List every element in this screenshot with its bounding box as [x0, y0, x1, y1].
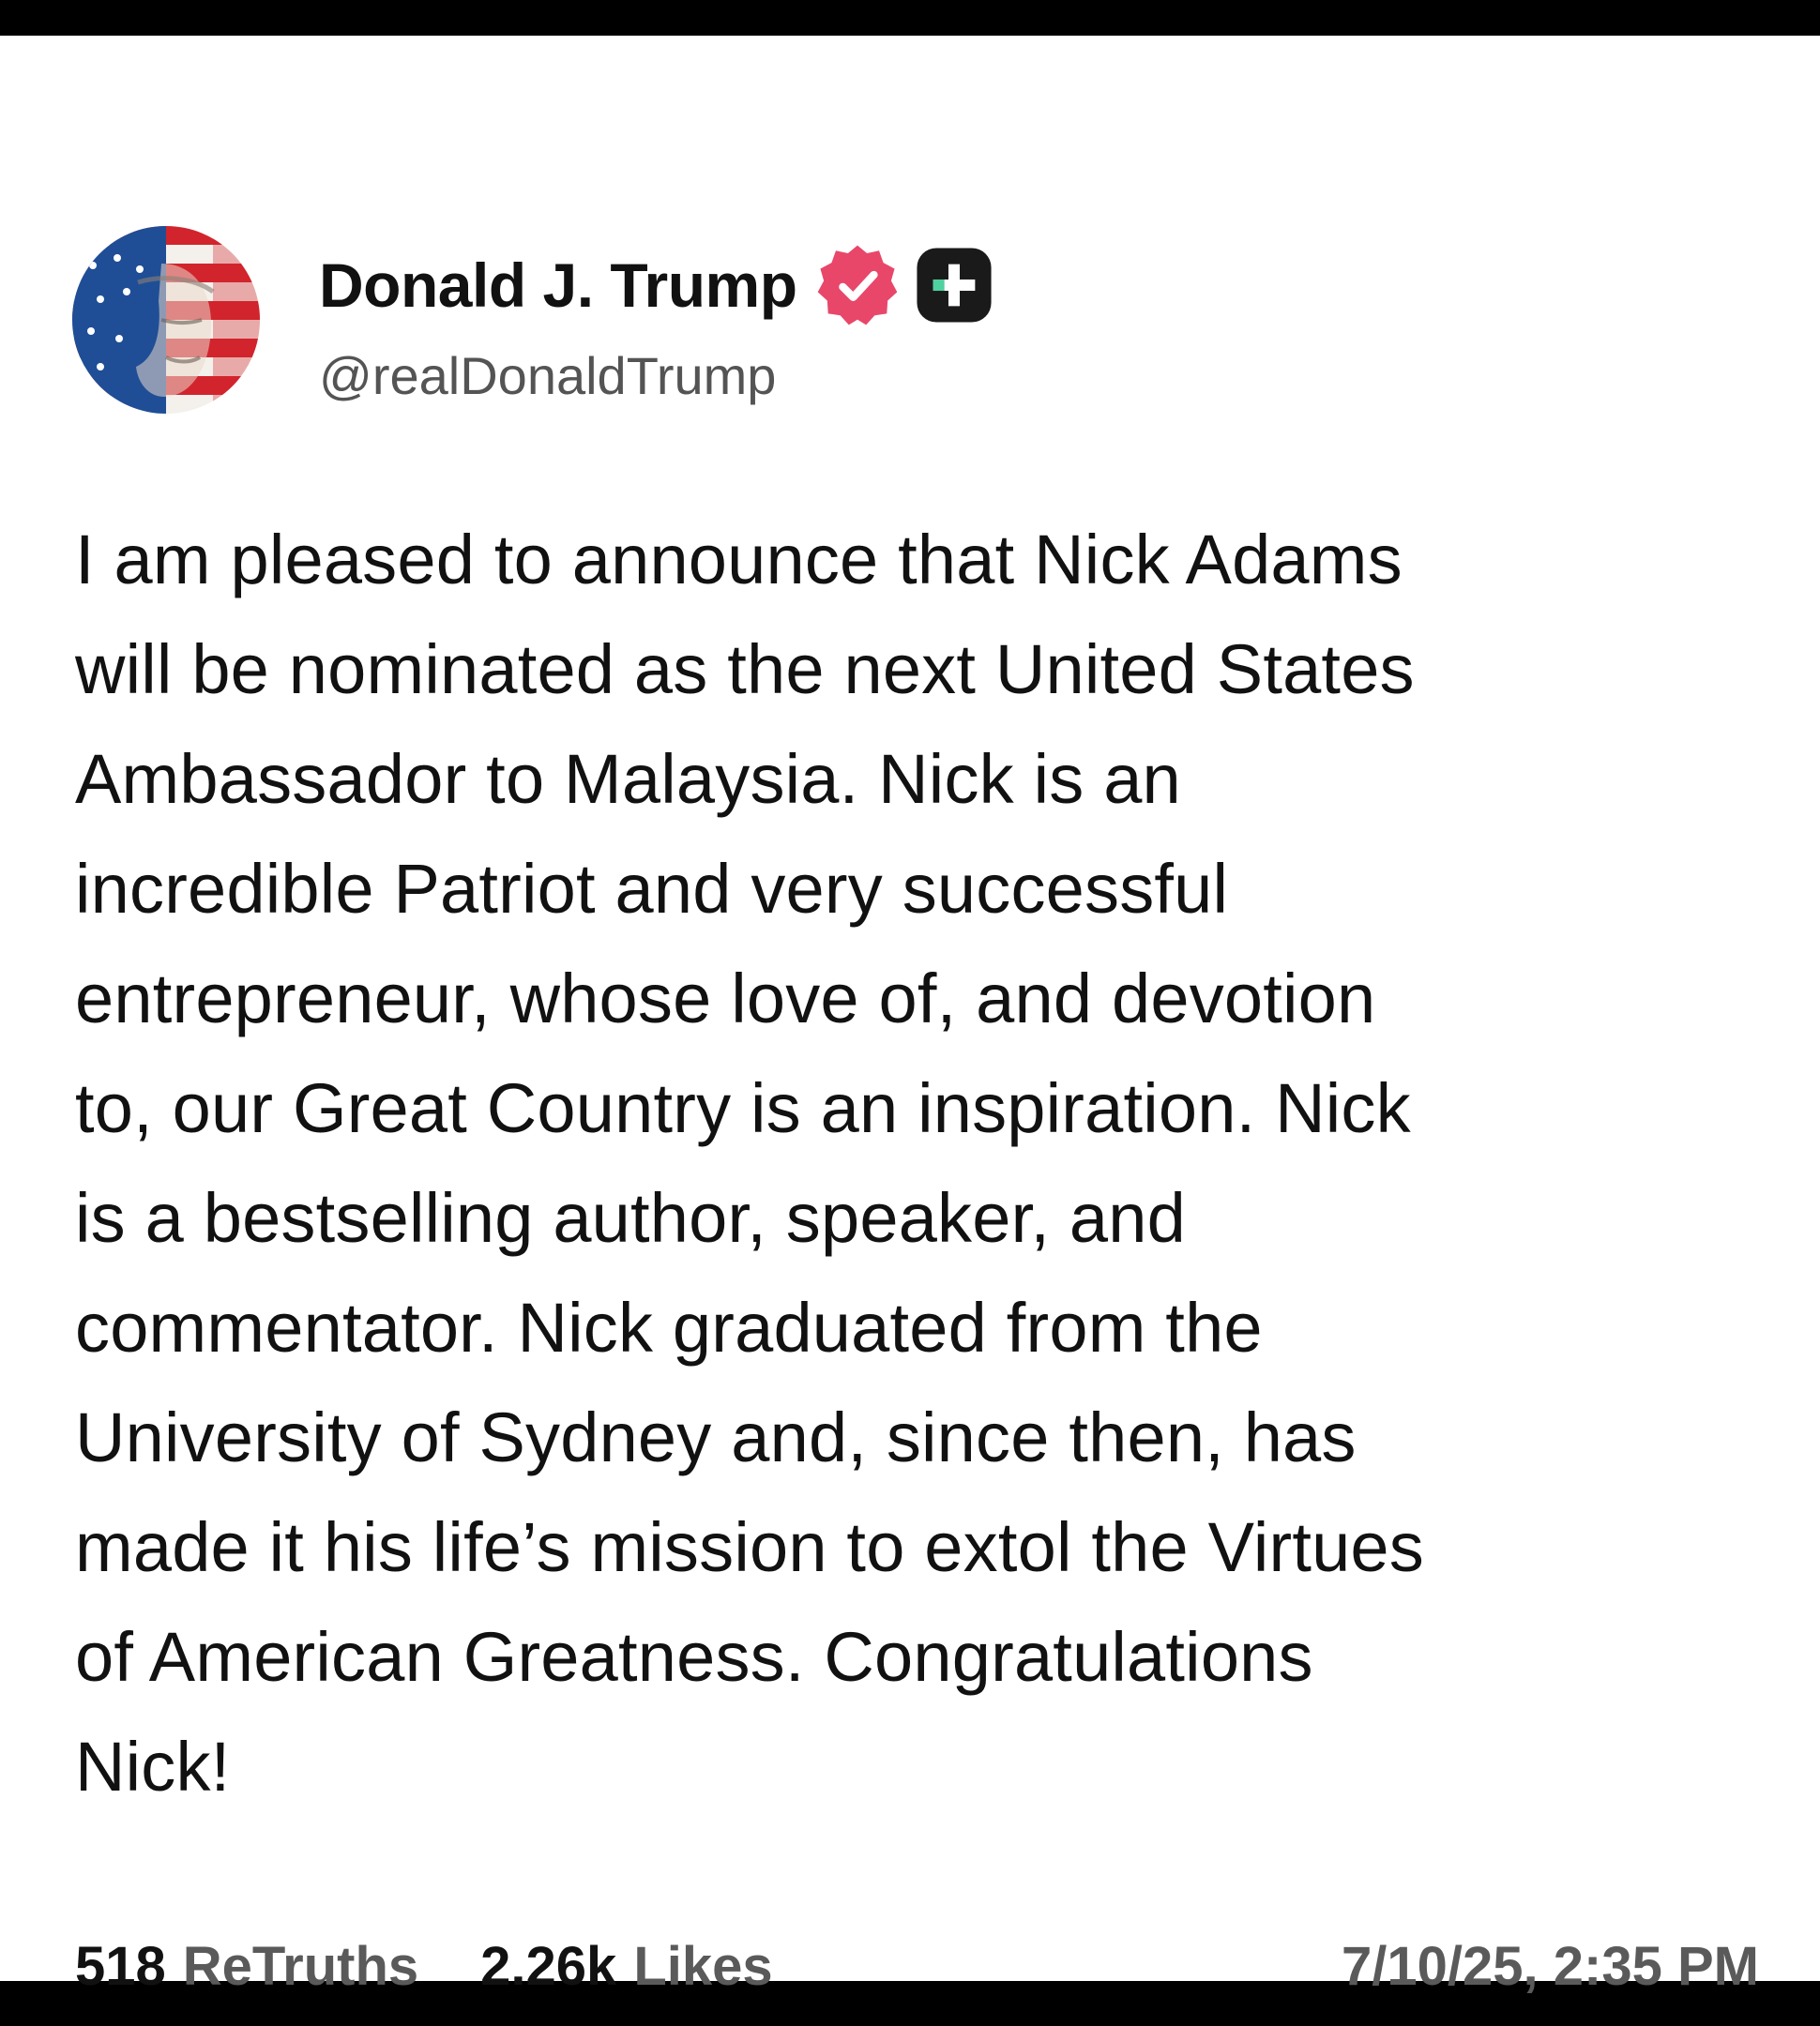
post-text-line: is a bestselling author, speaker, and [75, 1179, 1186, 1257]
post-body: I am pleased to announce that Nick Adams… [75, 505, 1764, 1822]
likes-count: 2.26k [480, 1935, 617, 1997]
retruths-stat[interactable]: 518 ReTruths [75, 1935, 418, 1998]
author-display-name[interactable]: Donald J. Trump [319, 249, 797, 321]
author-name-row: Donald J. Trump [319, 245, 994, 325]
american-flag-portrait-avatar-icon [72, 226, 260, 414]
post-text-line: will be nominated as the next United Sta… [75, 630, 1415, 708]
post-text-line: entrepreneur, whose love of, and devotio… [75, 960, 1376, 1037]
likes-stat[interactable]: 2.26k Likes [480, 1935, 772, 1998]
post-card: Donald J. Trump @realDonaldTrump I am pl… [0, 36, 1820, 1997]
post-text-line: commentator. Nick graduated from the [75, 1289, 1263, 1367]
author-handle[interactable]: @realDonaldTrump [319, 345, 776, 406]
retruths-count: 518 [75, 1935, 166, 1997]
avatar[interactable] [72, 226, 260, 414]
post-text-line: made it his life’s mission to extol the … [75, 1508, 1424, 1586]
truth-plus-icon [916, 248, 992, 323]
post-text-line: incredible Patriot and very successful [75, 850, 1229, 928]
post-text-line: Nick! [75, 1728, 231, 1806]
post-text-line: Ambassador to Malaysia. Nick is an [75, 740, 1181, 818]
post-stats: 518 ReTruths 2.26k Likes [75, 1935, 835, 1998]
post-text-line: of American Greatness. Congratulations [75, 1618, 1313, 1696]
verified-badge-icon [817, 245, 897, 325]
retruths-label: ReTruths [182, 1935, 419, 1997]
post-text-line: I am pleased to announce that Nick Adams [75, 521, 1403, 598]
post-timestamp[interactable]: 7/10/25, 2:35 PM [1342, 1935, 1759, 1998]
post-text-line: to, our Great Country is an inspiration.… [75, 1069, 1411, 1147]
likes-label: Likes [633, 1935, 773, 1997]
post-text-line: University of Sydney and, since then, ha… [75, 1399, 1357, 1476]
post-footer: 518 ReTruths 2.26k Likes 7/10/25, 2:35 P… [75, 1928, 1759, 2003]
